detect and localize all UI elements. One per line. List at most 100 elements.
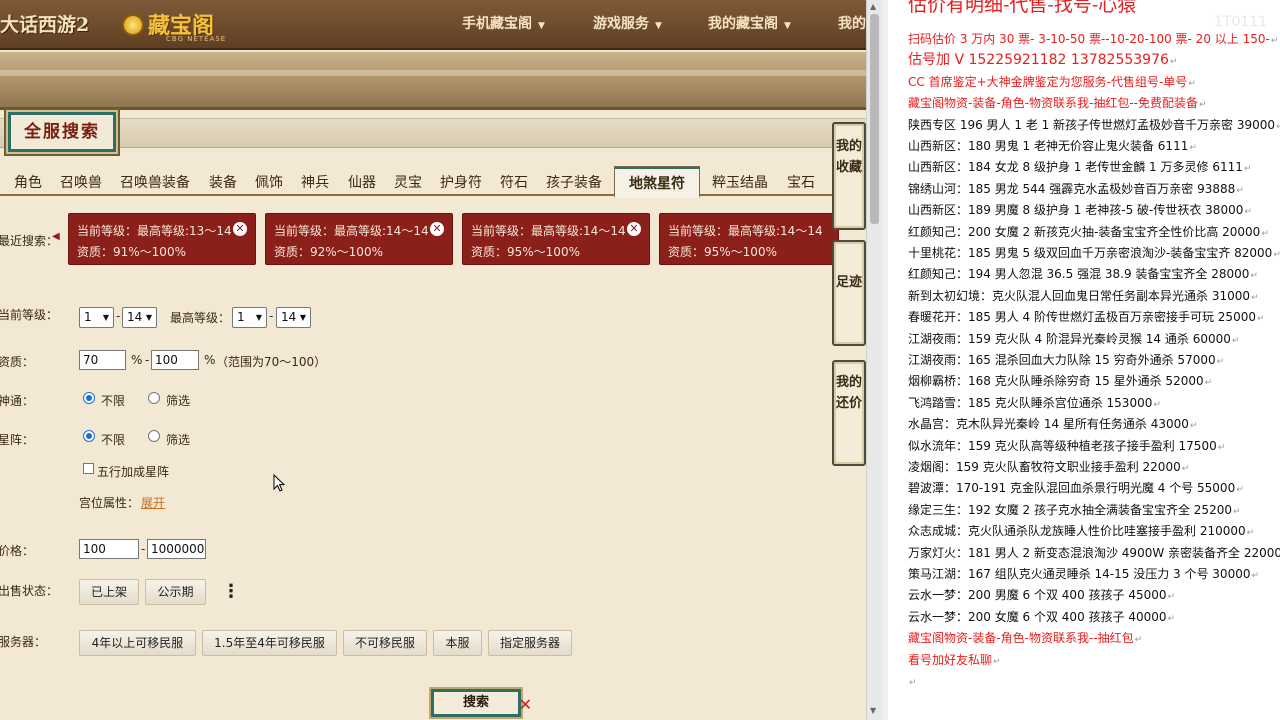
notes-line-text: 估号加 V 15225921182 13782553976 — [908, 52, 1169, 69]
notes-line-text: 似水流年：159 克火队高等级种植老孩子接手盈利 17500 — [908, 438, 1217, 453]
paragraph-mark-icon: ↵ — [1181, 464, 1190, 474]
banner — [0, 52, 866, 110]
select-value: 14 — [127, 310, 143, 324]
divine-filter-radio[interactable] — [148, 392, 160, 404]
paragraph-mark-icon: ↵ — [1250, 271, 1258, 282]
max-level-from-select[interactable]: 1 ▼ — [232, 307, 267, 328]
search-button[interactable]: 搜索 ✕ — [431, 689, 532, 717]
current-level-label: 当前等级： — [0, 308, 59, 322]
tab-amulet[interactable]: 护身符 — [440, 172, 482, 192]
server-specify-button[interactable]: 指定服务器 — [488, 630, 572, 656]
scrollbar-thumb[interactable] — [870, 14, 879, 224]
tab-summon[interactable]: 召唤兽 — [60, 172, 102, 192]
recent-search-chip[interactable]: 当前等级：最高等级:14～14 资质：95%～100% — [659, 213, 839, 265]
five-elements-checkbox[interactable] — [83, 463, 94, 474]
tab-child-equip[interactable]: 孩子装备 — [546, 172, 602, 192]
paragraph-mark-icon: ↵ — [1246, 528, 1255, 539]
nav-mobile-cbg[interactable]: 手机藏宝阁 ▼ — [462, 0, 545, 48]
paragraph-mark-icon: ↵ — [1251, 292, 1259, 303]
price-to-input[interactable]: 1000000 — [147, 539, 206, 559]
tab-immortal-weapon[interactable]: 仙器 — [348, 172, 376, 192]
notes-title: 估价有明细-代售-找号-心猿 — [908, 0, 1137, 16]
paragraph-mark-icon: ↵ — [1217, 442, 1226, 453]
page-scrollbar[interactable]: ▲ ▼ — [866, 0, 882, 720]
game-logo[interactable]: 大话西游2 — [0, 8, 96, 42]
scroll-up-icon[interactable]: ▲ — [870, 2, 876, 11]
chevron-down-icon: ▼ — [145, 313, 152, 322]
public-period-button[interactable]: 公示期 — [145, 579, 206, 605]
on-sale-button[interactable]: 已上架 — [79, 579, 139, 605]
notes-line-text: 十里桃花：185 男鬼 5 级双回血千万亲密浪淘沙-装备宝宝齐 82000 — [908, 246, 1273, 260]
tab-role[interactable]: 角色 — [14, 172, 42, 192]
server-1-5y-button[interactable]: 1.5年至4年可移民服 — [202, 630, 337, 656]
palace-expand-link[interactable]: 展开 — [141, 494, 165, 511]
side-my-counter-offer[interactable]: 我的还价 — [832, 360, 866, 466]
tab-gem[interactable]: 宝石 — [787, 172, 815, 192]
max-level-to-select[interactable]: 14 ▼ — [276, 307, 311, 328]
notes-line: 烟柳霸桥：168 克火队睡杀除穷奇 15 星外通杀 52000↵ — [908, 373, 1212, 392]
notes-line-text: 云水一梦：200 男魔 6 个双 400 孩孩子 45000 — [908, 588, 1167, 603]
divine-any-radio[interactable] — [83, 392, 95, 404]
notes-line: 陕西专区 196 男人 1 老 1 新孩子传世燃灯孟极妙音千万亲密 39000↵ — [908, 117, 1280, 136]
notes-line: 新到太初幻境：克火队混人回血鬼日常任务副本异光通杀 31000↵ — [908, 288, 1259, 307]
notes-line: 似水流年：159 克火队高等级种植老孩子接手盈利 17500↵ — [908, 438, 1225, 457]
server-no-migrate-button[interactable]: 不可移民服 — [343, 630, 427, 656]
notes-line-text: 烟柳霸桥：168 克火队睡杀除穷奇 15 星外通杀 52000 — [908, 374, 1204, 389]
close-icon[interactable]: ✕ — [233, 222, 247, 236]
recent-search-chip[interactable]: 当前等级：最高等级:13～14 资质：91%～100% ✕ — [68, 213, 256, 265]
close-icon[interactable]: ✕ — [627, 222, 641, 236]
star-label: 星阵： — [0, 433, 35, 447]
price-from-input[interactable]: 100 — [79, 539, 139, 559]
tab-spirit-treasure[interactable]: 灵宝 — [394, 172, 422, 192]
chip-level-text: 当前等级：最高等级:14～14 — [471, 224, 626, 238]
notes-line: 估号加 V 15225921182 13782553976↵ — [908, 52, 1177, 71]
notes-line-text: 水晶宫：克木队异光秦岭 14 星所有任务通杀 43000 — [908, 417, 1189, 432]
paragraph-mark-icon: ↵ — [1134, 635, 1143, 646]
notes-line-text: 江湖夜雨：159 克火队 4 阶混异光秦岭灵猴 14 通杀 60000 — [908, 331, 1231, 346]
notes-line: 红颜知己：200 女魔 2 新孩克火抽-装备宝宝齐全性价比高 20000↵ — [908, 224, 1269, 243]
tab-equip[interactable]: 装备 — [209, 172, 237, 192]
aptitude-unit: % — [204, 353, 216, 367]
tab-summon-equip[interactable]: 召唤兽装备 — [120, 172, 190, 192]
recent-prev-icon[interactable]: ◀ — [52, 231, 60, 242]
divine-filter-label: 筛选 — [166, 394, 191, 408]
tab-star-talisman[interactable]: 地煞星符 — [614, 166, 700, 198]
paragraph-mark-icon: ↵ — [1167, 592, 1176, 603]
server-4y-button[interactable]: 4年以上可移民服 — [79, 630, 196, 656]
chevron-down-icon: ▼ — [102, 313, 109, 322]
panel-title-plaque: 全服搜索 — [8, 112, 116, 152]
recent-search-chip[interactable]: 当前等级：最高等级:14～14 资质：92%～100% ✕ — [265, 213, 453, 265]
current-level-from-select[interactable]: 1 ▼ — [79, 307, 114, 328]
site-logo[interactable]: 藏宝阁 CBG NETEASE — [122, 6, 232, 44]
notes-line-text: 陕西专区 196 男人 1 老 1 新孩子传世燃灯孟极妙音千万亲密 39000 — [908, 117, 1276, 132]
current-level-to-select[interactable]: 14 ▼ — [122, 307, 157, 328]
notes-line-text: 凌烟阁：159 克火队畜牧符文职业接手盈利 22000 — [908, 460, 1181, 474]
server-this-button[interactable]: 本服 — [433, 630, 482, 656]
aptitude-from-input[interactable]: 70 — [79, 350, 126, 370]
chevron-down-icon: ▼ — [538, 21, 545, 31]
tab-divine-weapon[interactable]: 神兵 — [301, 172, 329, 192]
chip-aptitude-text: 资质：95%～100% — [471, 245, 580, 259]
aptitude-to-input[interactable]: 100 — [151, 350, 199, 370]
star-filter-radio[interactable] — [148, 430, 160, 442]
paragraph-mark-icon: ↵ — [1189, 421, 1198, 432]
aptitude-unit: % — [131, 353, 143, 367]
notes-line: 云水一梦：200 男魔 6 个双 400 孩孩子 45000↵ — [908, 587, 1175, 606]
paragraph-mark-icon: ↵ — [1189, 143, 1197, 153]
star-any-radio[interactable] — [83, 430, 95, 442]
close-icon[interactable]: ✕ — [430, 222, 444, 236]
side-my-favorites[interactable]: 我的收藏 — [832, 122, 866, 230]
nav-my[interactable]: 我的 — [838, 0, 866, 48]
recent-search-chip[interactable]: 当前等级：最高等级:14～14 资质：95%～100% ✕ — [462, 213, 650, 265]
tab-rune-stone[interactable]: 符石 — [500, 172, 528, 192]
paragraph-mark-icon: ↵ — [1169, 57, 1178, 68]
tab-accessory[interactable]: 佩饰 — [255, 172, 283, 192]
side-footprint[interactable]: 足迹 — [832, 240, 866, 346]
coin-icon — [122, 14, 144, 36]
scroll-down-icon[interactable]: ▼ — [870, 706, 876, 715]
tab-jade-crystal[interactable]: 粹玉结晶 — [712, 172, 768, 192]
more-options-icon[interactable]: ⋮ — [222, 581, 240, 602]
notes-line: 水晶宫：克木队异光秦岭 14 星所有任务通杀 43000↵ — [908, 416, 1197, 435]
nav-game-service[interactable]: 游戏服务 ▼ — [593, 0, 662, 48]
nav-my-cbg[interactable]: 我的藏宝阁 ▼ — [708, 0, 791, 48]
